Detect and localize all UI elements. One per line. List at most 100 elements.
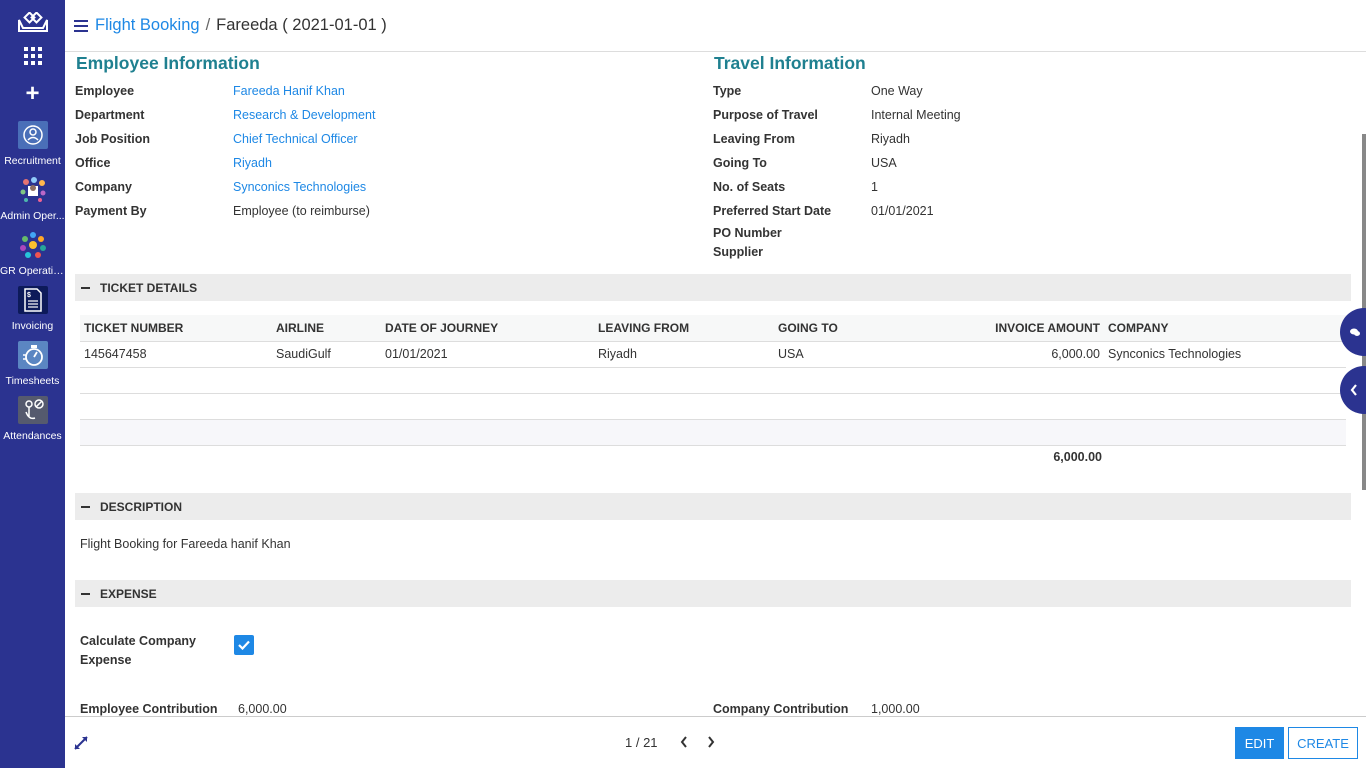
field-label: Going To <box>713 156 767 170</box>
plus-icon[interactable]: + <box>0 82 65 106</box>
sidebar-app-invoicing[interactable]: $ Invoicing <box>0 286 65 332</box>
cell-leaving-from: Riyadh <box>594 341 774 368</box>
field-value: USA <box>871 156 897 170</box>
field-value: 1,000.00 <box>871 702 920 716</box>
company-link[interactable]: Synconics Technologies <box>233 180 366 194</box>
field-purpose-of-travel: Purpose of Travel Internal Meeting <box>713 103 961 127</box>
invoicing-icon: $ <box>17 286 48 314</box>
field-company: Company Synconics Technologies <box>75 175 366 199</box>
field-label: No. of Seats <box>713 180 786 194</box>
ticket-details-section-toggle[interactable]: TICKET DETAILS <box>75 274 1351 301</box>
check-icon <box>238 640 250 650</box>
field-supplier: Supplier <box>713 242 871 261</box>
chevron-left-icon <box>1350 384 1357 396</box>
pager-next-button[interactable] <box>704 734 718 750</box>
field-value: 6,000.00 <box>238 702 287 716</box>
field-value: Riyadh <box>871 132 910 146</box>
sidebar-app-label: Invoicing <box>11 320 54 332</box>
form-content: Employee Information Employee Fareeda Han… <box>65 52 1354 716</box>
sidebar-app-timesheets[interactable]: Timesheets <box>0 341 65 387</box>
sidebar-app-admin-operations[interactable]: Admin Oper... <box>0 176 65 222</box>
breadcrumb-flight-booking-link[interactable]: Flight Booking <box>95 16 200 34</box>
sidebar-app-label: Timesheets <box>5 375 60 387</box>
pager-previous-button[interactable] <box>677 734 691 750</box>
timesheets-icon <box>17 341 48 369</box>
field-label: Company Contribution <box>713 702 849 716</box>
collapse-icon <box>81 592 90 595</box>
attendances-icon <box>17 396 48 424</box>
field-label: Company <box>75 180 132 194</box>
travel-information-title: Travel Information <box>714 53 866 73</box>
expense-section-toggle[interactable]: EXPENSE <box>75 580 1351 607</box>
apps-grid-icon[interactable] <box>24 47 42 65</box>
cell-invoice-amount: 6,000.00 <box>914 341 1104 368</box>
empty-row <box>80 393 1346 420</box>
sidebar-app-attendances[interactable]: Attendances <box>0 396 65 442</box>
field-label: Department <box>75 108 145 122</box>
field-payment-by: Payment By Employee (to reimburse) <box>75 199 370 223</box>
field-employee-contribution: Employee Contribution 6,000.00 <box>80 697 287 716</box>
sidebar-app-label: Attendances <box>3 430 62 442</box>
description-section-toggle[interactable]: DESCRIPTION <box>75 493 1351 520</box>
column-header[interactable]: LEAVING FROM <box>594 315 774 342</box>
column-header[interactable]: AIRLINE <box>272 315 381 342</box>
field-going-to: Going To USA <box>713 151 897 175</box>
hamburger-menu-icon[interactable] <box>74 20 88 32</box>
column-header[interactable]: COMPANY <box>1104 315 1346 342</box>
edit-button[interactable]: EDIT <box>1235 727 1284 759</box>
chevron-right-icon <box>708 736 715 748</box>
gr-operations-icon <box>18 231 48 259</box>
field-label: Type <box>713 84 742 98</box>
ticket-details-table: TICKET NUMBER AIRLINE DATE OF JOURNEY LE… <box>80 315 1346 446</box>
employee-link[interactable]: Fareeda Hanif Khan <box>233 84 345 98</box>
sidebar-app-gr-operations[interactable]: GR Operatio... <box>0 231 65 277</box>
svg-text:$: $ <box>27 292 31 299</box>
sidebar-app-label: Admin Oper... <box>0 210 65 222</box>
section-title: TICKET DETAILS <box>100 280 198 295</box>
column-header[interactable]: DATE OF JOURNEY <box>381 315 594 342</box>
field-label: Office <box>75 156 111 170</box>
field-value: 01/01/2021 <box>871 204 934 218</box>
pager-value: 1 / 21 <box>625 735 658 750</box>
invoice-amount-total: 6,000.00 <box>1053 450 1102 464</box>
field-office: Office Riyadh <box>75 151 272 175</box>
expand-icon[interactable] <box>73 735 89 751</box>
column-header[interactable]: GOING TO <box>774 315 914 342</box>
sidebar-app-label: Recruitment <box>4 155 61 167</box>
office-link[interactable]: Riyadh <box>233 156 272 170</box>
field-value: Internal Meeting <box>871 108 961 122</box>
department-link[interactable]: Research & Development <box>233 108 375 122</box>
collapse-icon <box>81 505 90 508</box>
description-text: Flight Booking for Fareeda hanif Khan <box>80 537 291 551</box>
app-sidebar: + Recruitment Admin Oper... GR Operatio.… <box>0 0 65 768</box>
admin-operations-icon <box>18 176 48 204</box>
field-label: Leaving From <box>713 132 795 146</box>
field-label: Employee Contribution <box>80 702 218 716</box>
crown-logo-icon[interactable] <box>17 11 49 34</box>
field-value: 1 <box>871 180 878 194</box>
table-row[interactable]: 145647458 SaudiGulf 01/01/2021 Riyadh US… <box>80 341 1346 368</box>
chat-icon <box>1350 328 1360 336</box>
create-button[interactable]: CREATE <box>1288 727 1358 759</box>
column-header[interactable]: TICKET NUMBER <box>80 315 272 342</box>
cell-date-of-journey: 01/01/2021 <box>381 341 594 368</box>
job-position-link[interactable]: Chief Technical Officer <box>233 132 358 146</box>
field-po-number: PO Number <box>713 223 871 242</box>
empty-row <box>80 367 1346 394</box>
calculate-company-expense-checkbox[interactable] <box>234 635 254 655</box>
field-label: Supplier <box>713 244 764 259</box>
column-header[interactable]: INVOICE AMOUNT <box>914 315 1104 342</box>
field-label: Purpose of Travel <box>713 108 818 122</box>
employee-information-title: Employee Information <box>76 53 260 73</box>
field-label: Payment By <box>75 204 147 218</box>
field-value: Employee (to reimburse) <box>233 204 370 218</box>
section-title: EXPENSE <box>100 586 157 601</box>
field-no-of-seats: No. of Seats 1 <box>713 175 878 199</box>
cell-ticket-number: 145647458 <box>80 341 272 368</box>
field-label: Preferred Start Date <box>713 204 832 218</box>
sidebar-app-recruitment[interactable]: Recruitment <box>0 121 65 167</box>
field-preferred-start-date: Preferred Start Date 01/01/2021 <box>713 199 934 223</box>
table-header-row: TICKET NUMBER AIRLINE DATE OF JOURNEY LE… <box>80 315 1346 342</box>
field-value: One Way <box>871 84 923 98</box>
top-bar: Flight Booking / Fareeda ( 2021-01-01 ) <box>65 0 1366 52</box>
